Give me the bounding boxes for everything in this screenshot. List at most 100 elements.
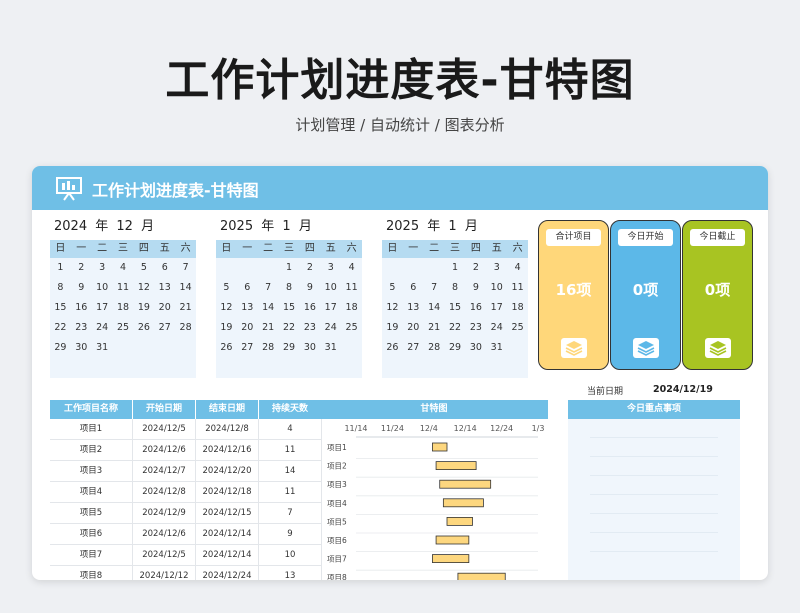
calendar-day[interactable]: 26	[382, 338, 403, 358]
table-cell[interactable]: 9	[259, 524, 322, 544]
calendar-day[interactable]: 23	[465, 318, 486, 338]
calendar-day[interactable]: 13	[154, 278, 175, 298]
calendar-day[interactable]: 19	[133, 298, 154, 318]
calendar-day[interactable]: 4	[341, 258, 362, 278]
calendar-day[interactable]: 17	[92, 298, 113, 318]
calendar-day[interactable]: 26	[216, 338, 237, 358]
calendar-day[interactable]: 13	[237, 298, 258, 318]
table-cell[interactable]: 项目8	[50, 566, 133, 580]
calendar-day[interactable]: 28	[175, 318, 196, 338]
calendar-day[interactable]: 21	[424, 318, 445, 338]
calendar-day[interactable]: 16	[465, 298, 486, 318]
table-cell[interactable]: 2024/12/12	[133, 566, 196, 580]
calendar-day[interactable]: 28	[258, 338, 279, 358]
calendar-day[interactable]: 7	[424, 278, 445, 298]
table-cell[interactable]: 2024/12/6	[133, 440, 196, 460]
table-cell[interactable]: 2024/12/8	[196, 419, 259, 439]
calendar-day[interactable]: 6	[154, 258, 175, 278]
calendar-day[interactable]: 2	[71, 258, 92, 278]
calendar-day[interactable]: 18	[341, 298, 362, 318]
table-cell[interactable]: 2024/12/7	[133, 461, 196, 481]
col-start-header[interactable]: 开始日期	[133, 400, 196, 419]
calendar-day[interactable]: 16	[299, 298, 320, 318]
calendar-day[interactable]: 27	[154, 318, 175, 338]
col-duration-header[interactable]: 持续天数	[259, 400, 322, 419]
calendar-day[interactable]: 8	[50, 278, 71, 298]
focus-line[interactable]	[590, 494, 718, 495]
calendar-day[interactable]: 24	[92, 318, 113, 338]
calendar-day[interactable]: 5	[216, 278, 237, 298]
table-cell[interactable]: 11	[259, 482, 322, 502]
table-cell[interactable]: 项目1	[50, 419, 133, 439]
calendar-day[interactable]: 31	[486, 338, 507, 358]
calendar-day[interactable]: 31	[320, 338, 341, 358]
calendar-day[interactable]: 4	[113, 258, 134, 278]
table-cell[interactable]: 2024/12/18	[196, 482, 259, 502]
calendar-day[interactable]: 4	[507, 258, 528, 278]
calendar-day[interactable]: 14	[258, 298, 279, 318]
table-row[interactable]: 项目8 2024/12/12 2024/12/24 13	[50, 566, 322, 580]
table-cell[interactable]: 2024/12/6	[133, 524, 196, 544]
focus-line[interactable]	[590, 456, 718, 457]
calendar-day[interactable]: 12	[133, 278, 154, 298]
table-cell[interactable]: 14	[259, 461, 322, 481]
calendar-day[interactable]: 5	[133, 258, 154, 278]
calendar-day[interactable]: 23	[299, 318, 320, 338]
calendar-day[interactable]: 16	[71, 298, 92, 318]
calendar-day[interactable]: 10	[486, 278, 507, 298]
table-cell[interactable]: 2024/12/24	[196, 566, 259, 580]
calendar-day[interactable]: 15	[50, 298, 71, 318]
calendar-day[interactable]: 3	[486, 258, 507, 278]
table-cell[interactable]: 项目7	[50, 545, 133, 565]
calendar-day[interactable]: 1	[279, 258, 300, 278]
calendar-day[interactable]: 2	[465, 258, 486, 278]
calendar-day[interactable]: 14	[424, 298, 445, 318]
table-row[interactable]: 项目7 2024/12/5 2024/12/14 10	[50, 545, 322, 566]
calendar-day[interactable]: 30	[71, 338, 92, 358]
calendar-day[interactable]: 3	[92, 258, 113, 278]
calendar-day[interactable]: 29	[50, 338, 71, 358]
calendar-day[interactable]: 28	[424, 338, 445, 358]
col-name-header[interactable]: 工作项目名称	[50, 400, 133, 419]
calendar-day[interactable]: 20	[403, 318, 424, 338]
calendar-day[interactable]: 9	[465, 278, 486, 298]
calendar-day[interactable]: 11	[341, 278, 362, 298]
calendar-day[interactable]: 25	[507, 318, 528, 338]
focus-line[interactable]	[590, 551, 718, 552]
calendar-day[interactable]: 27	[403, 338, 424, 358]
calendar-day[interactable]: 13	[403, 298, 424, 318]
calendar-day[interactable]: 31	[92, 338, 113, 358]
calendar-day[interactable]: 24	[320, 318, 341, 338]
table-row[interactable]: 项目2 2024/12/6 2024/12/16 11	[50, 440, 322, 461]
table-cell[interactable]: 2024/12/5	[133, 545, 196, 565]
calendar-day[interactable]: 11	[113, 278, 134, 298]
focus-line[interactable]	[590, 475, 718, 476]
calendar-day[interactable]: 27	[237, 338, 258, 358]
calendar-day[interactable]: 7	[175, 258, 196, 278]
calendar-day[interactable]: 17	[320, 298, 341, 318]
calendar-day[interactable]: 30	[465, 338, 486, 358]
col-end-header[interactable]: 结束日期	[196, 400, 259, 419]
table-cell[interactable]: 10	[259, 545, 322, 565]
table-cell[interactable]: 项目5	[50, 503, 133, 523]
calendar-day[interactable]: 1	[445, 258, 466, 278]
calendar-day[interactable]: 20	[237, 318, 258, 338]
table-row[interactable]: 项目3 2024/12/7 2024/12/20 14	[50, 461, 322, 482]
calendar-day[interactable]: 25	[341, 318, 362, 338]
calendar-day[interactable]: 18	[113, 298, 134, 318]
calendar-day[interactable]: 17	[486, 298, 507, 318]
calendar-day[interactable]: 21	[175, 298, 196, 318]
table-cell[interactable]: 2024/12/15	[196, 503, 259, 523]
focus-line[interactable]	[590, 437, 718, 438]
calendar-day[interactable]: 9	[71, 278, 92, 298]
table-cell[interactable]: 项目3	[50, 461, 133, 481]
calendar-day[interactable]: 15	[279, 298, 300, 318]
table-row[interactable]: 项目6 2024/12/6 2024/12/14 9	[50, 524, 322, 545]
calendar-day[interactable]: 22	[445, 318, 466, 338]
calendar-day[interactable]: 18	[507, 298, 528, 318]
calendar-day[interactable]: 2	[299, 258, 320, 278]
calendar-day[interactable]: 29	[445, 338, 466, 358]
table-cell[interactable]: 2024/12/8	[133, 482, 196, 502]
calendar-day[interactable]: 21	[258, 318, 279, 338]
calendar-day[interactable]: 20	[154, 298, 175, 318]
